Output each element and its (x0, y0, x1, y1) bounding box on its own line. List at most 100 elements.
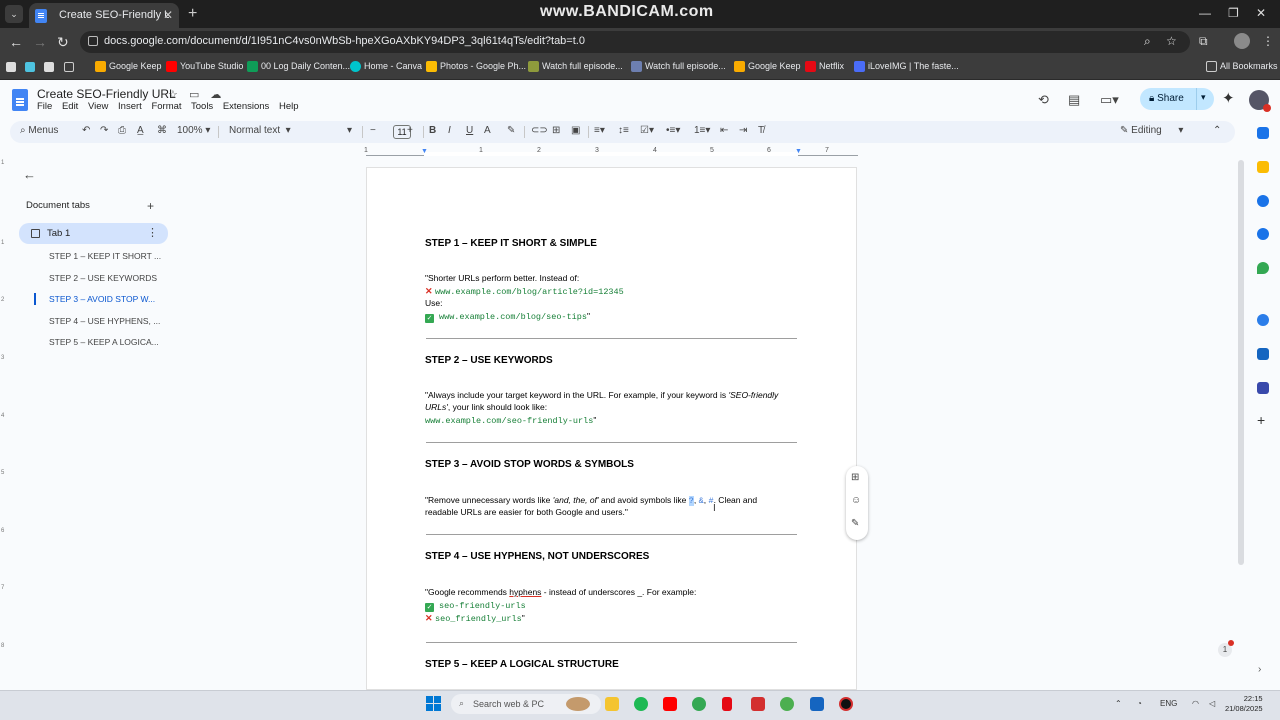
tray-overflow-icon[interactable]: ⌃ (1115, 699, 1122, 708)
minimize-button[interactable]: — (1199, 6, 1211, 20)
wps-office-icon[interactable] (751, 697, 765, 711)
side-panel-toggle-icon[interactable]: › (1258, 664, 1261, 675)
share-button[interactable]: 🔒︎ Share ▾ (1140, 88, 1214, 110)
tab-search-button[interactable]: ⌄ (5, 5, 23, 23)
increase-font-icon[interactable]: + (407, 125, 413, 136)
horizontal-ruler[interactable]: 1 1 2 3 4 5 6 7 (364, 147, 858, 159)
bookmark-star-icon[interactable]: ☆ (1166, 34, 1177, 48)
back-icon[interactable]: ← (9, 34, 23, 50)
meet-icon[interactable]: ▭▾ (1100, 92, 1119, 108)
bookmark-canva[interactable]: Home - Canva (350, 61, 422, 72)
chrome-icon[interactable] (692, 697, 706, 711)
calendar-icon[interactable] (1257, 127, 1269, 139)
addon-icon[interactable] (1257, 348, 1269, 360)
tab-options-icon[interactable]: ⋮ (147, 226, 158, 239)
url-bar[interactable]: docs.google.com/document/d/1I951nC4vs0nW… (80, 31, 1190, 53)
line-spacing-icon[interactable]: ↕≡ (618, 125, 629, 136)
bookmark-google-keep[interactable]: Google Keep (734, 61, 801, 72)
decrease-font-icon[interactable]: − (370, 125, 376, 136)
reload-icon[interactable]: ↻ (57, 34, 69, 51)
print-icon[interactable]: ⎙ (118, 125, 126, 136)
italic-icon[interactable]: I (448, 125, 451, 136)
suggest-edits-icon[interactable]: ✎ (851, 518, 859, 529)
left-indent-marker-icon[interactable]: ▼ (421, 148, 428, 155)
app-icon[interactable] (810, 697, 824, 711)
tab-1[interactable]: Tab 1 ⋮ (19, 223, 168, 244)
document-scrollbar[interactable] (1238, 160, 1244, 565)
language-indicator[interactable]: ENG (1160, 699, 1177, 708)
bulleted-list-icon[interactable]: •≡▾ (666, 125, 680, 136)
zoom-select[interactable]: 100% ▾ (177, 125, 210, 136)
maps-icon[interactable] (1257, 262, 1269, 274)
paint-format-icon[interactable]: ⌘ (157, 125, 167, 136)
align-icon[interactable]: ≡▾ (594, 125, 605, 136)
extensions-icon[interactable]: ⧉ (1199, 34, 1208, 49)
addon-icon[interactable] (1257, 314, 1269, 326)
forward-icon[interactable]: → (33, 34, 47, 50)
comments-icon[interactable]: ▤ (1068, 92, 1080, 108)
bold-icon[interactable]: B (429, 125, 436, 136)
youtube-icon[interactable] (663, 697, 677, 711)
clear-formatting-icon[interactable]: T̸ (758, 125, 764, 136)
gemini-icon[interactable]: ✦ (1222, 89, 1235, 107)
add-tab-icon[interactable]: + (147, 199, 154, 213)
menu-extensions[interactable]: Extensions (223, 101, 269, 112)
bookmark-watch-episode[interactable]: Watch full episode... (528, 61, 623, 72)
bookmark-app-icon[interactable] (6, 62, 16, 72)
bookmark-netflix[interactable]: Netflix (805, 61, 844, 72)
netflix-icon[interactable] (722, 697, 732, 711)
cloud-status-icon[interactable]: ☁ (210, 89, 221, 101)
browser-tab-active[interactable]: Create SEO-Friendly URL - Goo ✕ (29, 3, 179, 28)
outline-item-step-4[interactable]: STEP 4 – USE HYPHENS, ... (49, 316, 160, 326)
move-folder-icon[interactable]: ▭ (189, 89, 199, 101)
underline-icon[interactable]: U (466, 125, 473, 136)
search-menus[interactable]: ⌕ Menus (20, 125, 58, 136)
system-clock[interactable]: 22:15 21/08/2025 (1225, 694, 1263, 714)
checklist-icon[interactable]: ☑▾ (640, 125, 654, 136)
bookmark-app-icon[interactable] (25, 62, 35, 72)
version-history-icon[interactable]: ⟲ (1038, 92, 1049, 108)
menu-insert[interactable]: Insert (118, 101, 142, 112)
document-page[interactable]: STEP 1 – KEEP IT SHORT & SIMPLE "Shorter… (366, 167, 857, 690)
menu-format[interactable]: Format (151, 101, 181, 112)
menu-file[interactable]: File (37, 101, 52, 112)
share-dropdown-icon[interactable]: ▾ (1201, 92, 1206, 103)
bookmark-iloveimg[interactable]: iLoveIMG | The faste... (854, 61, 959, 72)
notification-badge[interactable]: 1 (1218, 640, 1234, 657)
star-icon[interactable]: ☆ (168, 89, 178, 101)
network-icon[interactable]: ◔ (1137, 699, 1142, 708)
add-emoji-icon[interactable]: ☺ (851, 495, 861, 506)
redo-icon[interactable]: ↷ (100, 125, 108, 136)
menu-tools[interactable]: Tools (191, 101, 213, 112)
all-bookmarks[interactable]: All Bookmarks (1206, 61, 1278, 72)
decrease-indent-icon[interactable]: ⇤ (720, 125, 728, 136)
close-outline-arrow-icon[interactable]: ← (23, 167, 36, 182)
font-select[interactable]: ▾ (347, 125, 352, 136)
profile-avatar[interactable] (1234, 33, 1250, 49)
document-title[interactable]: Create SEO-Friendly URL (37, 87, 176, 101)
bookmark-google-keep[interactable]: Google Keep (95, 61, 162, 72)
chrome-menu-icon[interactable]: ⋮ (1262, 34, 1274, 48)
insert-image-icon[interactable]: ▣ (571, 125, 580, 136)
tasks-icon[interactable] (1257, 195, 1269, 207)
outline-item-step-1[interactable]: STEP 1 – KEEP IT SHORT ... (49, 251, 161, 261)
link-icon[interactable]: ⊂⊃ (531, 125, 548, 136)
bandicam-icon[interactable] (839, 697, 853, 711)
zoom-icon[interactable]: ⌕ (1144, 34, 1151, 49)
style-select[interactable]: Normal text ▾ (229, 125, 291, 136)
right-indent-marker-icon[interactable]: ▼ (795, 148, 802, 155)
windows-start-icon[interactable] (426, 696, 441, 711)
outline-item-step-2[interactable]: STEP 2 – USE KEYWORDS (49, 273, 157, 283)
bookmark-google-photos[interactable]: Photos - Google Ph... (426, 61, 526, 72)
docs-logo-icon[interactable] (12, 89, 28, 111)
apps-grid-icon[interactable] (64, 62, 74, 72)
menu-view[interactable]: View (88, 101, 108, 112)
spotify-icon[interactable] (634, 697, 648, 711)
restore-button[interactable]: ❐ (1228, 6, 1239, 20)
menu-help[interactable]: Help (279, 101, 299, 112)
outline-item-step-3[interactable]: STEP 3 – AVOID STOP W... (49, 294, 155, 304)
keep-icon[interactable] (1257, 161, 1269, 173)
bookmark-app-icon[interactable] (44, 62, 54, 72)
contacts-icon[interactable] (1257, 228, 1269, 240)
highlight-icon[interactable]: ✎ (507, 125, 515, 136)
